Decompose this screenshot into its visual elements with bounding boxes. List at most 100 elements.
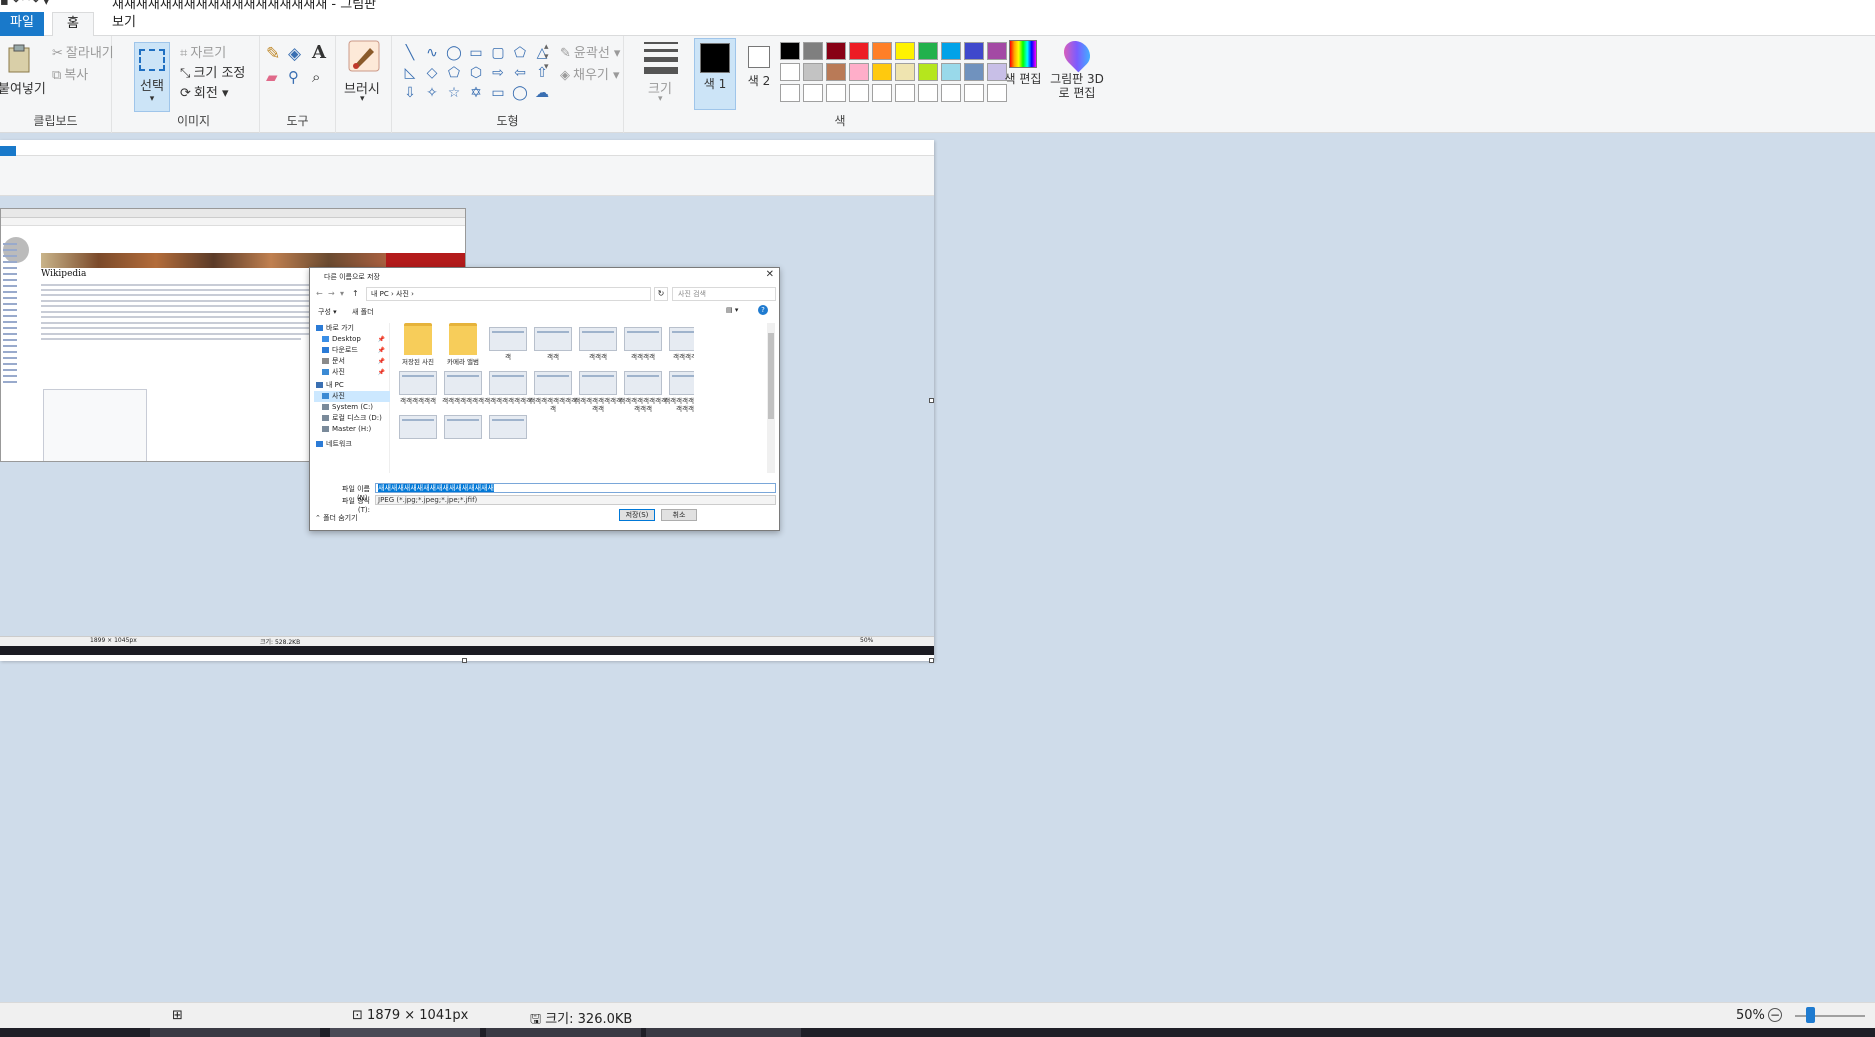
palette-swatch[interactable] xyxy=(895,63,915,81)
line-shape-icon[interactable]: ╲ xyxy=(400,44,420,62)
palette-swatch[interactable] xyxy=(872,42,892,60)
callout-cloud-shape-icon[interactable]: ☁ xyxy=(532,84,552,102)
cut-button[interactable]: ✂ 잘라내기 xyxy=(52,42,114,61)
taskbar-app[interactable] xyxy=(486,1028,641,1037)
palette-swatch[interactable] xyxy=(918,42,938,60)
callout-oval-shape-icon[interactable]: ◯ xyxy=(510,84,530,102)
shapes-scroll[interactable]: ▴ ▾ ▾ xyxy=(544,42,549,72)
palette-swatch[interactable] xyxy=(918,84,938,102)
resize-handle-bottom[interactable] xyxy=(462,658,467,663)
palette-swatch[interactable] xyxy=(895,42,915,60)
dialog-close-button[interactable]: ✕ xyxy=(766,269,774,280)
text-tool[interactable]: A xyxy=(312,42,326,63)
hexagon-shape-icon[interactable]: ⬡ xyxy=(466,64,486,82)
palette-swatch[interactable] xyxy=(872,63,892,81)
palette-swatch[interactable] xyxy=(780,42,800,60)
back-icon[interactable]: ← xyxy=(316,289,323,298)
edit-colors-button[interactable]: 색 편집 xyxy=(1004,40,1042,86)
dialog-search-input[interactable]: 사진 검색 xyxy=(672,287,776,301)
triangle-shape-icon[interactable]: △ xyxy=(532,44,552,62)
resize-button[interactable]: ⤡ 크기 조정 xyxy=(180,62,245,81)
palette-swatch[interactable] xyxy=(849,84,869,102)
file-item[interactable]: 객객객객객객객객객 xyxy=(529,367,577,421)
palette-swatch[interactable] xyxy=(941,84,961,102)
color-palette[interactable] xyxy=(780,42,1007,102)
filetype-select[interactable]: JPEG (*.jpg;*.jpeg;*.jpe;*.jfif) xyxy=(375,495,776,505)
file-item[interactable]: 객객객객객객객객객객객객 xyxy=(664,367,694,421)
tab-view[interactable]: 보기 xyxy=(98,12,150,36)
file-item[interactable]: 객객객객객객객객객객 xyxy=(574,367,622,421)
palette-swatch[interactable] xyxy=(826,42,846,60)
palette-swatch[interactable] xyxy=(964,84,984,102)
nav-item[interactable]: 바로 가기 xyxy=(314,323,390,334)
color2-button[interactable]: 색 2 xyxy=(742,40,776,110)
organize-button[interactable]: 구성 ▾ xyxy=(318,307,337,317)
file-item[interactable] xyxy=(439,411,487,465)
file-item[interactable]: 객객객객객객객객객객객 xyxy=(619,367,667,421)
rotate-button[interactable]: ⟳ 회전 ▾ xyxy=(180,82,229,101)
palette-swatch[interactable] xyxy=(826,63,846,81)
rounded-rect-shape-icon[interactable]: ▢ xyxy=(488,44,508,62)
magnifier-tool[interactable]: ⌕ xyxy=(312,68,320,86)
color-picker-tool[interactable]: ⚲ xyxy=(288,68,299,86)
file-item[interactable] xyxy=(394,411,442,465)
file-item[interactable] xyxy=(484,411,532,465)
hide-folders-button[interactable]: ⌃ 폴더 숨기기 xyxy=(315,513,358,523)
palette-swatch[interactable] xyxy=(849,42,869,60)
oval-shape-icon[interactable]: ◯ xyxy=(444,44,464,62)
fill-tool[interactable]: ◈ xyxy=(288,44,301,64)
paste-button[interactable]: 붙여넣기 xyxy=(0,78,46,97)
polygon-shape-icon[interactable]: ⬠ xyxy=(510,44,530,62)
nav-item[interactable]: Master (H:) xyxy=(314,424,390,435)
up-icon[interactable]: ↑ xyxy=(352,289,359,298)
taskbar-app[interactable] xyxy=(646,1028,801,1037)
paint3d-button[interactable]: 그림판 3D로 편집 xyxy=(1050,35,1104,100)
nav-item[interactable]: 로컬 디스크 (D:) xyxy=(314,413,390,424)
palette-swatch[interactable] xyxy=(895,84,915,102)
pentagon-shape-icon[interactable]: ⬠ xyxy=(444,64,464,82)
outline-button[interactable]: ✎ 윤곽선 ▾ xyxy=(560,42,620,61)
resize-handle-corner[interactable] xyxy=(929,658,934,663)
palette-swatch[interactable] xyxy=(803,63,823,81)
palette-swatch[interactable] xyxy=(964,63,984,81)
nav-item[interactable]: 다운로드 📌 xyxy=(314,345,390,356)
nav-item[interactable]: System (C:) xyxy=(314,402,390,413)
palette-swatch[interactable] xyxy=(803,84,823,102)
help-icon[interactable]: ? xyxy=(758,305,768,315)
select-button[interactable]: 선택 ▾ xyxy=(134,42,170,112)
save-button[interactable]: 저장(S) xyxy=(619,509,655,521)
palette-swatch[interactable] xyxy=(918,63,938,81)
fill-button[interactable]: ◈ 채우기 ▾ xyxy=(560,64,620,83)
palette-swatch[interactable] xyxy=(941,63,961,81)
diamond-shape-icon[interactable]: ◇ xyxy=(422,64,442,82)
resize-handle-right[interactable] xyxy=(929,398,934,403)
rectangle-shape-icon[interactable]: ▭ xyxy=(466,44,486,62)
view-options-icon[interactable]: ▤ ▾ xyxy=(726,306,738,314)
refresh-button[interactable]: ↻ xyxy=(654,287,668,301)
star5-shape-icon[interactable]: ☆ xyxy=(444,84,464,102)
palette-swatch[interactable] xyxy=(941,42,961,60)
dialog-scrollbar[interactable] xyxy=(767,323,775,473)
star4-shape-icon[interactable]: ✧ xyxy=(422,84,442,102)
taskbar-app[interactable] xyxy=(150,1028,320,1037)
nav-item[interactable]: 사진 📌 xyxy=(314,367,390,378)
nav-item[interactable]: 네트워크 xyxy=(314,439,390,450)
palette-swatch[interactable] xyxy=(826,84,846,102)
palette-swatch[interactable] xyxy=(987,84,1007,102)
nav-item[interactable]: Desktop 📌 xyxy=(314,334,390,345)
crop-button[interactable]: ⌗ 자르기 xyxy=(180,42,226,61)
minimize-ribbon-icon[interactable]: ⌃ xyxy=(1835,0,1845,8)
canvas-area[interactable]: Wikipedia 1899 × 1045px 크기: 528.2KB 50% xyxy=(0,134,1875,1002)
star6-shape-icon[interactable]: ✡ xyxy=(466,84,486,102)
nav-item[interactable]: 문서 📌 xyxy=(314,356,390,367)
copy-button[interactable]: ⧉ 복사 xyxy=(52,64,88,83)
nav-item[interactable]: 사진 xyxy=(314,391,390,402)
palette-swatch[interactable] xyxy=(780,63,800,81)
zoom-out-button[interactable]: − xyxy=(1768,1008,1782,1022)
recent-dropdown-icon[interactable]: ▾ xyxy=(340,289,344,298)
right-arrow-shape-icon[interactable]: ⇨ xyxy=(488,64,508,82)
pencil-tool[interactable]: ✎ xyxy=(266,44,280,64)
shapes-gallery[interactable]: ╲ ∿ ◯ ▭ ▢ ⬠ △ ◺ ◇ ⬠ ⬡ ⇨ ⇦ ⇧ ⇩ ✧ ☆ ✡ ▭ ◯ … xyxy=(400,44,550,102)
forward-icon[interactable]: → xyxy=(328,289,335,298)
color1-button[interactable]: 색 1 xyxy=(694,38,736,110)
